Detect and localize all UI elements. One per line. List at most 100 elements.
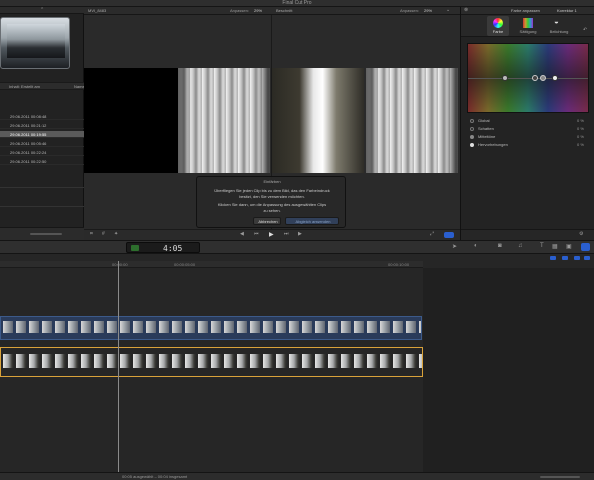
hud-line-1: Überfliegen Sie jeden Clip bis zu dem Bi… bbox=[214, 188, 330, 193]
current-frame-image[interactable] bbox=[272, 68, 364, 173]
list-item-date: 29.06.2011 00:21:12 bbox=[10, 123, 47, 128]
global-dot-icon bbox=[470, 119, 474, 123]
crop-icon[interactable]: ⌗ bbox=[90, 231, 93, 237]
playhead[interactable] bbox=[118, 261, 119, 472]
background-tasks-icon[interactable] bbox=[131, 245, 139, 251]
index-marker-icon[interactable] bbox=[584, 256, 590, 260]
index-marker-icon[interactable] bbox=[574, 256, 580, 260]
cancel-button-label: Abbrechen bbox=[258, 219, 278, 224]
current-frame-image-right[interactable] bbox=[366, 68, 458, 173]
rewind-icon[interactable]: ⏮ bbox=[254, 231, 259, 237]
shadows-value[interactable]: 0 % bbox=[577, 126, 584, 131]
list-item[interactable]: 29.06.2011 00:22:50 bbox=[0, 158, 84, 165]
viewer-zoom-menu[interactable]: 29% bbox=[254, 8, 262, 13]
apply-match-button-label: Abgleich anwenden bbox=[295, 219, 331, 224]
puck-row-shadows[interactable]: Schatten 0 % bbox=[461, 125, 594, 133]
themes-icon[interactable]: ▣ bbox=[566, 243, 572, 250]
column-start[interactable]: Inhalt: Erstellt am bbox=[9, 84, 40, 89]
effects-browser-icon[interactable] bbox=[581, 243, 590, 251]
chevron-up-icon[interactable]: ⌃ bbox=[40, 7, 44, 13]
midtones-value[interactable]: 0 % bbox=[577, 134, 584, 139]
video-clip-selected[interactable] bbox=[0, 347, 423, 377]
enhancements-icon[interactable]: ✦ bbox=[114, 231, 118, 237]
event-thumbnail[interactable] bbox=[0, 17, 70, 69]
puck-row-highlights[interactable]: Hervorhebungen 0 % bbox=[461, 141, 594, 149]
transform-icon[interactable]: # bbox=[102, 231, 105, 237]
puck-row-global[interactable]: Global 0 % bbox=[461, 117, 594, 125]
play-icon[interactable]: ▶ bbox=[269, 231, 274, 238]
tab-color[interactable]: Farbe bbox=[487, 16, 509, 36]
tab-exposure[interactable]: ◒ Belichtung bbox=[547, 16, 571, 36]
correction-menu[interactable]: Korrektur 1 bbox=[557, 8, 577, 13]
list-item-date: 29.06.2011 00:22:50 bbox=[10, 159, 47, 164]
window-title-bar: Final Cut Pro bbox=[0, 0, 594, 7]
fullscreen-icon[interactable]: ⤢ bbox=[430, 231, 434, 237]
timecode-display[interactable]: 4:05 bbox=[163, 244, 182, 253]
gear-icon[interactable]: ⚙ bbox=[579, 231, 583, 237]
global-value[interactable]: 0 % bbox=[577, 118, 584, 123]
index-marker-icon[interactable] bbox=[562, 256, 568, 260]
viewer-options-icon[interactable]: ⌄ bbox=[446, 7, 450, 13]
index-marker-icon[interactable] bbox=[550, 256, 556, 260]
highlights-value[interactable]: 0 % bbox=[577, 142, 584, 147]
shadows-dot-icon bbox=[470, 127, 474, 131]
global-puck[interactable] bbox=[502, 75, 508, 81]
hud-line-3: Klicken Sie dann, um die Anpassung des a… bbox=[217, 202, 327, 207]
video-clip-blue[interactable] bbox=[0, 316, 422, 340]
generators-icon[interactable]: ▦ bbox=[552, 243, 558, 250]
inspector-header: ⊗ Farbe anpassen Korrektur 1 bbox=[461, 7, 594, 15]
audio-meter-icon[interactable] bbox=[444, 232, 454, 238]
tab-saturation[interactable]: Sättigung bbox=[517, 16, 539, 36]
thumbnail-size-slider[interactable] bbox=[30, 233, 62, 235]
list-item[interactable]: 29.06.2011 00:05:46 bbox=[0, 140, 84, 147]
list-item-date: 29.06.2011 00:08:48 bbox=[10, 114, 47, 119]
color-board[interactable] bbox=[467, 43, 589, 113]
global-label: Global bbox=[478, 118, 490, 123]
camera-icon[interactable]: ◙ bbox=[498, 243, 502, 249]
viewer-zoom-label: Anpassen: bbox=[230, 8, 249, 13]
titles-icon[interactable]: T bbox=[540, 243, 544, 249]
cancel-button[interactable]: Abbrechen bbox=[253, 217, 281, 225]
viewer-right-zoom-menu[interactable]: 29% bbox=[424, 8, 432, 13]
previous-icon[interactable]: ◀ bbox=[240, 231, 244, 237]
reset-icon[interactable]: ↶ bbox=[583, 27, 587, 33]
status-bar: 00:05 ausgewählt – 00:04 insgesamt bbox=[0, 472, 594, 480]
tab-exposure-label: Belichtung bbox=[549, 29, 569, 34]
inspector-close-icon[interactable]: ⊗ bbox=[464, 7, 468, 13]
puck-row-midtones[interactable]: Mitteltöne 0 % bbox=[461, 133, 594, 141]
apply-match-button[interactable]: Abgleich anwenden bbox=[285, 217, 339, 225]
viewer-right-clip-name: Beschnitt bbox=[276, 8, 293, 13]
timeline-end-area bbox=[423, 268, 594, 472]
list-item[interactable]: 29.06.2011 00:08:48 bbox=[0, 113, 84, 120]
inspector: ⊗ Farbe anpassen Korrektur 1 Farbe Sätti… bbox=[460, 7, 594, 240]
next-icon[interactable]: ▶ bbox=[298, 231, 302, 237]
timeline-index-strip bbox=[548, 255, 592, 261]
tab-color-label: Farbe bbox=[492, 29, 504, 34]
event-browser-footer bbox=[0, 227, 84, 240]
timeline-ruler[interactable]: 00:00:00 00:00:05:00 00:00:10:00 bbox=[0, 261, 423, 268]
ruler-label: 00:00:00 bbox=[112, 262, 128, 267]
selected-clip-filmstrip bbox=[1, 354, 422, 368]
timeline-zoom-slider[interactable] bbox=[540, 476, 580, 478]
midtones-puck[interactable] bbox=[540, 75, 546, 81]
selection-status: 00:05 ausgewählt – 00:04 insgesamt bbox=[122, 474, 188, 479]
color-board-midline bbox=[468, 78, 588, 79]
list-item[interactable]: 29.06.2011 00:19:55 bbox=[0, 131, 84, 138]
highlights-label: Hervorhebungen bbox=[478, 142, 508, 147]
shadows-puck[interactable] bbox=[532, 75, 538, 81]
reference-frame-black bbox=[84, 68, 178, 173]
window-title: Final Cut Pro bbox=[282, 0, 312, 6]
list-item[interactable]: 29.06.2011 00:21:12 bbox=[0, 122, 84, 129]
tool-select-icon[interactable]: ➤ bbox=[452, 243, 457, 250]
hud-title: Einfärben bbox=[263, 179, 281, 184]
event-browser: ⌃ Inhalt: Erstellt am Name 29.06.2011 00… bbox=[0, 7, 85, 240]
puck-list: Global 0 % Schatten 0 % Mitteltöne 0 % H… bbox=[461, 117, 594, 157]
magnetic-icon[interactable]: ◐ bbox=[474, 243, 478, 249]
reference-frame-image[interactable] bbox=[178, 68, 270, 173]
list-item[interactable]: 29.06.2011 00:22:24 bbox=[0, 149, 84, 156]
color-wheel-icon bbox=[493, 18, 503, 28]
music-icon[interactable]: ♫ bbox=[518, 243, 523, 249]
forward-icon[interactable]: ⏭ bbox=[284, 231, 289, 237]
inspector-title: Farbe anpassen bbox=[511, 8, 540, 13]
highlights-puck[interactable] bbox=[552, 75, 558, 81]
